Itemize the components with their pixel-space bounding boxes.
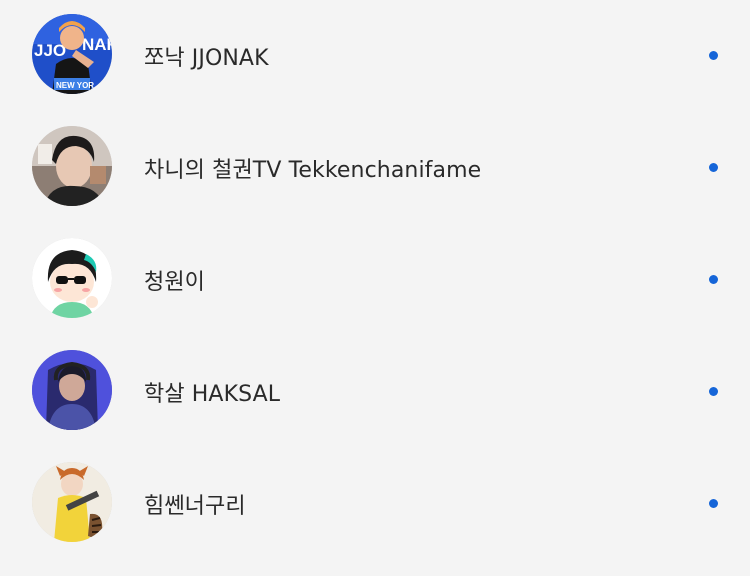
new-content-indicator [709, 163, 718, 172]
subscription-list: JJO NAK NEW YOR 쪼낙 JJONAK [0, 0, 750, 576]
channel-name[interactable]: 학살 HAKSAL [144, 376, 280, 408]
svg-text:NAK: NAK [82, 35, 112, 54]
channel-row-cheongwon[interactable]: 청원이 [0, 224, 750, 336]
new-content-indicator [709, 499, 718, 508]
channel-row-chani[interactable]: 차니의 철권TV Tekkenchanifame [0, 112, 750, 224]
channel-row-jjonak[interactable]: JJO NAK NEW YOR 쪼낙 JJONAK [0, 0, 750, 112]
channel-avatar[interactable] [32, 238, 112, 318]
new-content-indicator [709, 51, 718, 60]
channel-avatar[interactable] [32, 126, 112, 206]
svg-text:JJO: JJO [34, 41, 66, 60]
channel-name[interactable]: 힘쎈너구리 [144, 488, 246, 520]
new-content-indicator [709, 275, 718, 284]
channel-name[interactable]: 쪼낙 JJONAK [144, 40, 269, 72]
channel-name[interactable]: 청원이 [144, 264, 205, 296]
channel-row-haksal[interactable]: 학살 HAKSAL [0, 336, 750, 448]
new-content-indicator [709, 387, 718, 396]
channel-avatar[interactable] [32, 462, 112, 542]
svg-text:NEW YOR: NEW YOR [56, 81, 94, 90]
channel-name[interactable]: 차니의 철권TV Tekkenchanifame [144, 152, 481, 184]
channel-avatar[interactable] [32, 350, 112, 430]
channel-row-raccoon[interactable]: 힘쎈너구리 [0, 448, 750, 560]
channel-avatar[interactable]: JJO NAK NEW YOR [32, 14, 112, 94]
